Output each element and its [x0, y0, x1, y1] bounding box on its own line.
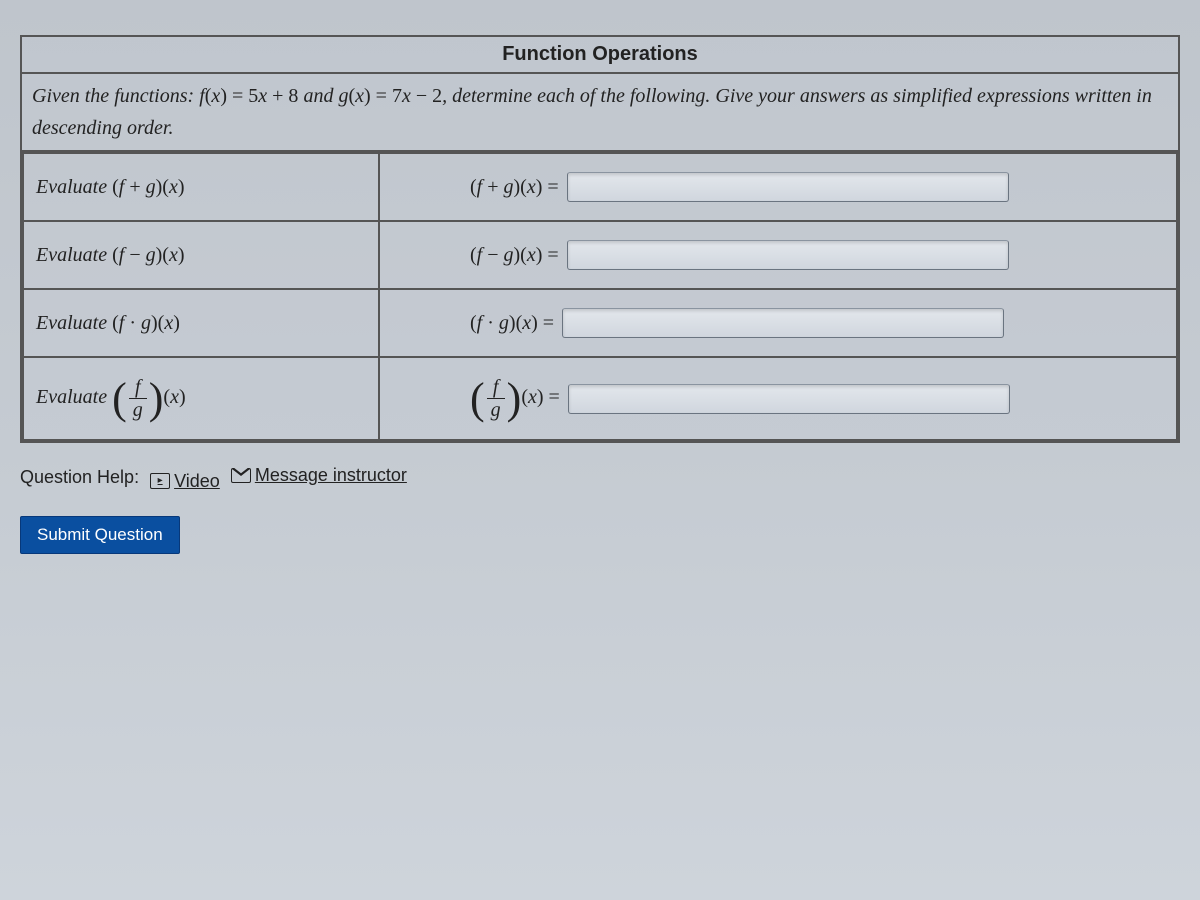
answer-cell-f-times-g: (f · g)(x) =	[379, 289, 1177, 357]
table-title: Function Operations	[21, 36, 1179, 73]
inner-table: Evaluate (f + g)(x) (f + g)(x) = Evaluat…	[22, 152, 1178, 441]
f-definition: f(x) = 5x + 8	[199, 85, 298, 107]
prompt-f-times-g: Evaluate (f · g)(x)	[23, 289, 379, 357]
video-link[interactable]: ▸ Video	[150, 471, 220, 492]
rows-container: Evaluate (f + g)(x) (f + g)(x) = Evaluat…	[21, 151, 1179, 442]
answer-cell-f-plus-g: (f + g)(x) =	[379, 153, 1177, 221]
answer-input-f-plus-g[interactable]	[567, 172, 1009, 202]
row-f-times-g: Evaluate (f · g)(x) (f · g)(x) =	[23, 289, 1177, 357]
answer-input-f-over-g[interactable]	[568, 384, 1010, 414]
row-f-plus-g: Evaluate (f + g)(x) (f + g)(x) =	[23, 153, 1177, 221]
prompt-f-plus-g: Evaluate (f + g)(x)	[23, 153, 379, 221]
instructions-mid: and	[303, 85, 338, 107]
rhs-label-f-minus-g: (f − g)(x) =	[470, 244, 559, 267]
submit-button[interactable]: Submit Question	[20, 516, 180, 554]
answer-cell-f-minus-g: (f − g)(x) =	[379, 221, 1177, 289]
function-operations-table: Function Operations Given the functions:…	[20, 35, 1180, 443]
g-definition: g(x) = 7x − 2	[338, 85, 442, 107]
row-f-over-g: Evaluate (fg)(x) (fg)(x) =	[23, 357, 1177, 440]
message-instructor-link[interactable]: Message instructor	[231, 465, 407, 486]
answer-cell-f-over-g: (fg)(x) =	[379, 357, 1177, 440]
help-label: Question Help:	[20, 467, 139, 487]
video-label: Video	[174, 471, 220, 492]
rhs-label-f-times-g: (f · g)(x) =	[470, 312, 554, 335]
prompt-f-over-g: Evaluate (fg)(x)	[23, 357, 379, 440]
message-label: Message instructor	[255, 465, 407, 486]
row-f-minus-g: Evaluate (f − g)(x) (f − g)(x) =	[23, 221, 1177, 289]
video-icon: ▸	[150, 473, 170, 489]
envelope-icon	[231, 468, 251, 483]
answer-input-f-times-g[interactable]	[562, 308, 1004, 338]
rhs-label-f-over-g: (fg)(x) =	[470, 376, 560, 421]
prompt-f-minus-g: Evaluate (f − g)(x)	[23, 221, 379, 289]
answer-input-f-minus-g[interactable]	[567, 240, 1009, 270]
question-help: Question Help: ▸ Video Message instructo…	[20, 465, 1180, 492]
instructions: Given the functions: f(x) = 5x + 8 and g…	[21, 73, 1179, 151]
rhs-label-f-plus-g: (f + g)(x) =	[470, 176, 559, 199]
instructions-prefix: Given the functions:	[32, 85, 199, 107]
